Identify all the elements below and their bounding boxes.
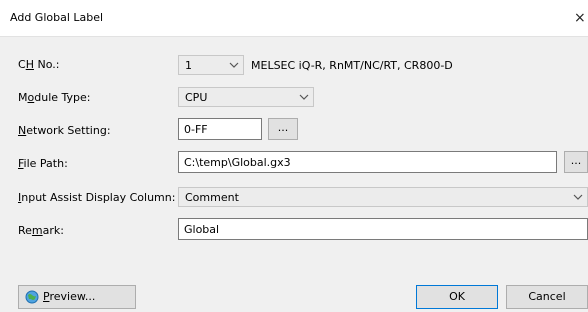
file-path-value: C:\temp\Global.gx3 [184, 156, 291, 169]
preview-globe-icon [25, 290, 39, 304]
preview-label: Preview... [43, 290, 96, 303]
file-path-field[interactable]: C:\temp\Global.gx3 [178, 151, 557, 173]
ch-no-series-info: MELSEC iQ-R, RnMT/NC/RT, CR800-D [251, 59, 453, 72]
preview-button[interactable]: Preview... [18, 285, 136, 309]
remark-field[interactable]: Global [178, 218, 588, 240]
input-assist-dropdown[interactable]: Comment [178, 187, 588, 207]
input-assist-value: Comment [185, 191, 239, 204]
chevron-down-icon [573, 194, 583, 200]
file-path-browse-button[interactable]: ... [564, 151, 588, 173]
ch-no-value: 1 [185, 59, 192, 72]
network-setting-label: Network Setting: [18, 124, 111, 137]
remark-label: Remark: [18, 224, 64, 237]
chevron-down-icon [229, 62, 239, 68]
chevron-down-icon [299, 94, 309, 100]
module-type-value: CPU [185, 91, 208, 104]
cancel-button[interactable]: Cancel [506, 285, 588, 309]
close-button[interactable]: × [574, 6, 588, 30]
network-setting-browse-button[interactable]: ... [268, 118, 298, 140]
module-type-dropdown[interactable]: CPU [178, 87, 314, 107]
input-assist-label: Input Assist Display Column: [18, 191, 176, 204]
ch-no-label: CH No.: [18, 58, 60, 71]
file-path-label: File Path: [18, 157, 68, 170]
title-bar: Add Global Label × [0, 0, 588, 37]
ok-button[interactable]: OK [416, 285, 498, 309]
window-title: Add Global Label [10, 11, 104, 24]
module-type-label: Module Type: [18, 91, 91, 104]
ch-no-dropdown[interactable]: 1 [178, 55, 244, 75]
network-setting-field[interactable]: 0-FF [178, 118, 262, 140]
network-setting-value: 0-FF [184, 123, 208, 136]
remark-value: Global [184, 223, 220, 236]
